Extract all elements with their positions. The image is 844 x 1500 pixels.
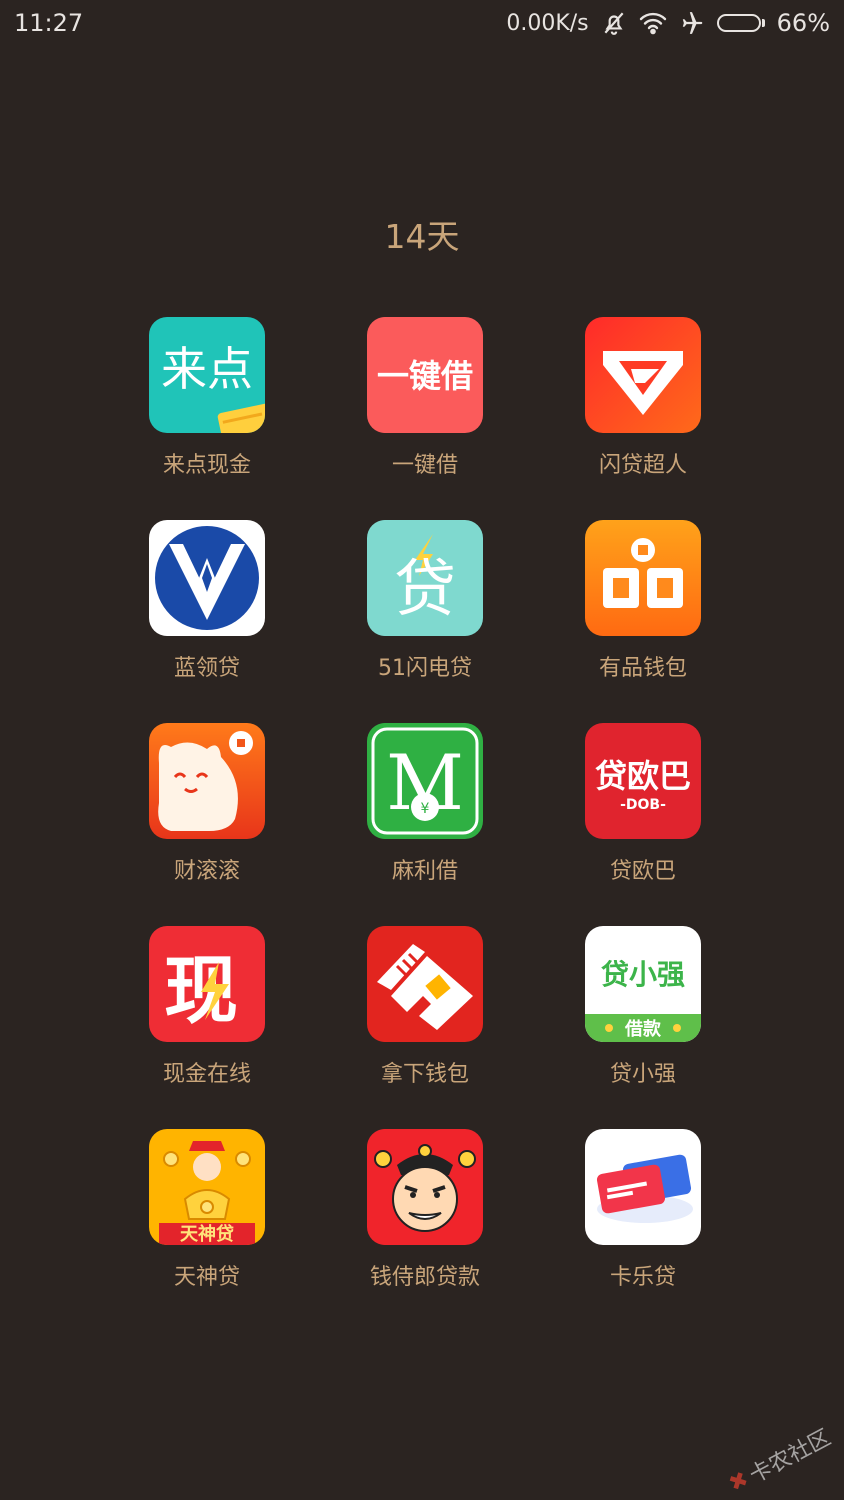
app-xianjin-zaixian[interactable]: 现 现金在线 [98,926,316,1129]
status-time: 11:27 [14,9,84,37]
watermark: ✖ 卡农社区 [722,1420,835,1500]
app-yijianjie[interactable]: 一键借 一键借 [316,317,534,520]
svg-text:天神贷: 天神贷 [180,1223,234,1245]
app-label: 现金在线 [162,1062,251,1087]
svg-text:贷: 贷 [394,552,456,625]
app-daixiaoqiang[interactable]: 贷小强 借款 贷小强 [534,926,752,1129]
battery-icon [716,14,765,32]
app-label: 拿下钱包 [380,1062,469,1087]
laidian-app-icon[interactable]: 来点 [149,317,265,433]
yijianjie-app-icon[interactable]: 一键借 [367,317,483,433]
shandai-superman-icon[interactable] [585,317,701,433]
svg-text:现: 现 [164,948,238,1034]
svg-text:¥: ¥ [421,801,430,817]
youpin-wallet-icon[interactable] [585,520,701,636]
daixiaoqiang-app-icon[interactable]: 贷小强 借款 [585,926,701,1042]
app-label: 卡乐贷 [609,1265,676,1290]
folder-title[interactable]: 14天 [0,210,844,258]
status-bar: 11:27 0.00K/s 66% [0,0,844,46]
naxia-wallet-icon[interactable] [367,926,483,1042]
app-label: 51闪电贷 [378,656,472,681]
caigungun-cat-icon[interactable] [149,723,265,839]
app-malijie[interactable]: M ¥ 麻利借 [316,723,534,926]
app-lanlingdai[interactable]: 蓝领贷 [98,520,316,723]
lanlingdai-app-icon[interactable] [149,520,265,636]
app-laidian-xianjin[interactable]: 来点 来点现金 [98,317,316,520]
app-51-shandiandai[interactable]: 贷 51闪电贷 [316,520,534,723]
tianshendai-app-icon[interactable]: 天神贷 [149,1129,265,1245]
kaledai-card-icon[interactable] [585,1129,701,1245]
app-label: 一键借 [391,453,458,478]
svg-text:贷小强: 贷小强 [601,958,685,991]
wifi-icon [639,11,667,35]
app-label: 贷小强 [609,1062,676,1087]
svg-text:一键借: 一键借 [377,357,473,395]
svg-text:-DOB-: -DOB- [620,797,666,813]
app-label: 钱侍郎贷款 [369,1265,480,1290]
malijie-app-icon[interactable]: M ¥ [367,723,483,839]
app-kaledai[interactable]: 卡乐贷 [534,1129,752,1332]
svg-text:借款: 借款 [624,1018,662,1040]
app-label: 闪贷超人 [598,453,687,478]
app-shandai-chaoren[interactable]: 闪贷超人 [534,317,752,520]
app-label: 有品钱包 [598,656,687,681]
battery-percent: 66% [776,9,830,37]
daiouba-app-icon[interactable]: 贷欧巴 -DOB- [585,723,701,839]
bell-off-icon [601,10,627,36]
app-label: 财滚滚 [173,859,240,884]
app-naxia-qianbao[interactable]: 拿下钱包 [316,926,534,1129]
airplane-icon [679,10,705,36]
app-caigungun[interactable]: 财滚滚 [98,723,316,926]
home-screen-folder: 11:27 0.00K/s 66% 14天 来点 来点现金 一键借 一键借 闪贷… [0,0,844,1500]
app-label: 贷欧巴 [609,859,676,884]
app-label: 蓝领贷 [173,656,240,681]
app-label: 来点现金 [162,453,251,478]
app-label: 天神贷 [173,1265,240,1290]
status-right: 0.00K/s 66% [506,9,830,37]
svg-text:贷欧巴: 贷欧巴 [595,757,691,795]
watermark-text: 卡农社区 [745,1425,835,1489]
app-label: 麻利借 [391,859,458,884]
shandiandai-app-icon[interactable]: 贷 [367,520,483,636]
app-grid: 来点 来点现金 一键借 一键借 闪贷超人 蓝领贷 贷 51闪电贷 有品钱包 财滚… [98,317,752,1332]
app-daiouba[interactable]: 贷欧巴 -DOB- 贷欧巴 [534,723,752,926]
app-youpin-qianbao[interactable]: 有品钱包 [534,520,752,723]
qianshilang-face-icon[interactable] [367,1129,483,1245]
xianjin-zaixian-icon[interactable]: 现 [149,926,265,1042]
net-speed: 0.00K/s [506,10,589,36]
svg-text:来点: 来点 [161,342,253,396]
app-tianshendai[interactable]: 天神贷 天神贷 [98,1129,316,1332]
app-qianshilang-daikuan[interactable]: 钱侍郎贷款 [316,1129,534,1332]
